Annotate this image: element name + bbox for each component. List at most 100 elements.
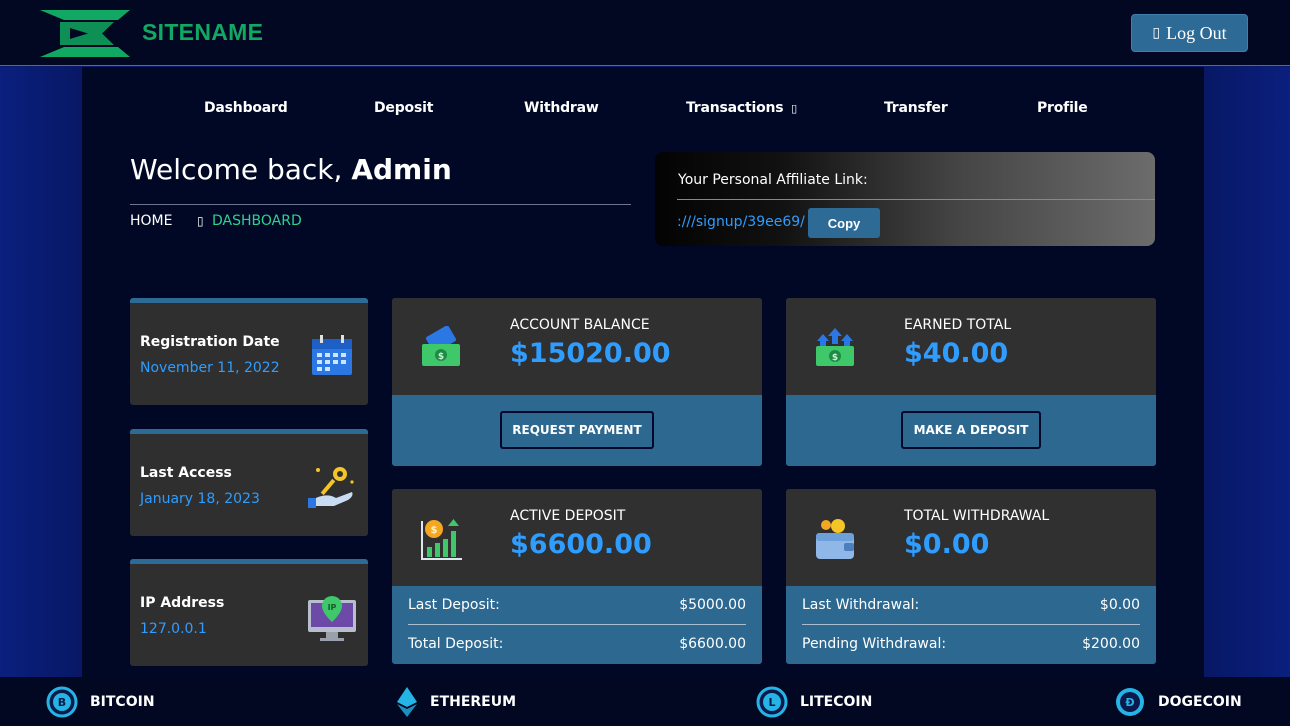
stat-value: $15020.00 <box>510 338 671 369</box>
account-balance-card: $ ACCOUNT BALANCE $15020.00 REQUEST PAYM… <box>392 298 762 466</box>
cash-growth-icon: $ <box>816 328 854 366</box>
detail-value: $200.00 <box>1082 636 1140 652</box>
svg-text:$: $ <box>431 525 438 536</box>
ip-address-card: IP Address 127.0.0.1 IP <box>130 559 368 666</box>
nav-deposit[interactable]: Deposit <box>374 100 433 116</box>
coin-dogecoin[interactable]: Đ DOGECOIN <box>1114 686 1242 718</box>
nav-transactions[interactable]: Transactions ▯ <box>686 100 797 116</box>
ip-monitor-icon: IP <box>308 596 356 641</box>
welcome-user: Admin <box>351 153 452 186</box>
stat-label: TOTAL WITHDRAWAL <box>904 508 1050 524</box>
account-balance-actions: REQUEST PAYMENT <box>392 395 762 466</box>
welcome-heading: Welcome back, Admin <box>130 153 452 186</box>
ethereum-icon <box>397 687 417 717</box>
info-value: January 18, 2023 <box>140 491 260 507</box>
breadcrumb-home[interactable]: HOME <box>130 213 172 229</box>
request-payment-button[interactable]: REQUEST PAYMENT <box>500 411 654 449</box>
key-hand-icon <box>308 467 354 508</box>
top-bar: SITENAME ▯ Log Out <box>0 0 1290 66</box>
info-label: IP Address <box>140 595 225 611</box>
site-name[interactable]: SITENAME <box>142 19 263 46</box>
logout-button[interactable]: ▯ Log Out <box>1131 14 1248 52</box>
earned-total-card: $ EARNED TOTAL $40.00 MAKE A DEPOSIT <box>786 298 1156 466</box>
main-content: Dashboard Deposit Withdraw Transactions … <box>82 67 1204 677</box>
stat-value: $0.00 <box>904 529 990 560</box>
breadcrumb: HOME ▯ DASHBOARD <box>130 213 302 229</box>
stat-value: $40.00 <box>904 338 1009 369</box>
nav-profile[interactable]: Profile <box>1037 100 1088 116</box>
chart-coin-icon: $ <box>421 519 462 560</box>
coin-label: ETHEREUM <box>430 694 517 710</box>
info-label: Last Access <box>140 465 232 481</box>
info-label: Registration Date <box>140 334 280 350</box>
nav-dashboard[interactable]: Dashboard <box>204 100 288 116</box>
affiliate-link[interactable]: :///signup/39ee69/ <box>677 214 805 230</box>
svg-text:L: L <box>768 696 775 709</box>
breadcrumb-current: DASHBOARD <box>212 213 302 229</box>
affiliate-link-panel: Your Personal Affiliate Link: :///signup… <box>655 152 1155 246</box>
bitcoin-icon: B <box>46 686 78 718</box>
wallet-cash-icon: $ <box>422 326 460 366</box>
info-value: November 11, 2022 <box>140 360 280 376</box>
site-logo[interactable] <box>40 10 132 57</box>
info-value: 127.0.0.1 <box>140 621 207 637</box>
detail-row: Last Withdrawal: $0.00 <box>802 597 1140 613</box>
left-background-panel <box>0 67 82 677</box>
detail-key: Pending Withdrawal: <box>802 636 947 652</box>
right-background-panel <box>1204 67 1290 677</box>
detail-divider <box>408 624 746 625</box>
coin-label: DOGECOIN <box>1158 694 1242 710</box>
coin-label: LITECOIN <box>800 694 873 710</box>
affiliate-divider <box>677 199 1155 200</box>
logout-label: Log Out <box>1166 22 1227 43</box>
detail-value: $5000.00 <box>679 597 746 613</box>
active-deposit-details: Last Deposit: $5000.00 Total Deposit: $6… <box>392 586 762 664</box>
detail-row: Last Deposit: $5000.00 <box>408 597 746 613</box>
litecoin-icon: L <box>756 686 788 718</box>
wallet-coins-icon <box>816 519 854 559</box>
coin-label: BITCOIN <box>90 694 155 710</box>
welcome-greeting: Welcome back, <box>130 153 343 186</box>
registration-date-card: Registration Date November 11, 2022 <box>130 298 368 405</box>
breadcrumb-separator-icon: ▯ <box>196 214 204 228</box>
nav-transactions-label: Transactions <box>686 100 784 116</box>
main-nav: Dashboard Deposit Withdraw Transactions … <box>82 67 1204 137</box>
total-withdrawal-details: Last Withdrawal: $0.00 Pending Withdrawa… <box>786 586 1156 664</box>
stat-value: $6600.00 <box>510 529 652 560</box>
coin-ticker: B BITCOIN ETHEREUM L LITECOIN Đ DOGECOIN <box>0 677 1290 726</box>
coin-ethereum[interactable]: ETHEREUM <box>396 686 516 718</box>
detail-value: $0.00 <box>1099 597 1140 613</box>
coin-litecoin[interactable]: L LITECOIN <box>756 686 872 718</box>
calendar-icon <box>312 335 352 375</box>
active-deposit-card: $ ACTIVE DEPOSIT $6600.00 Last Deposit: … <box>392 489 762 664</box>
make-deposit-button[interactable]: MAKE A DEPOSIT <box>901 411 1041 449</box>
stat-label: ACTIVE DEPOSIT <box>510 508 626 524</box>
stat-label: EARNED TOTAL <box>904 317 1012 333</box>
svg-text:$: $ <box>832 353 838 363</box>
svg-text:B: B <box>58 696 66 709</box>
earned-total-top: $ EARNED TOTAL $40.00 <box>786 298 1156 395</box>
dogecoin-icon: Đ <box>1116 688 1144 716</box>
chevron-down-icon: ▯ <box>791 102 797 115</box>
stat-label: ACCOUNT BALANCE <box>510 317 650 333</box>
nav-withdraw[interactable]: Withdraw <box>524 100 599 116</box>
detail-value: $6600.00 <box>679 636 746 652</box>
total-withdrawal-card: TOTAL WITHDRAWAL $0.00 Last Withdrawal: … <box>786 489 1156 664</box>
affiliate-title: Your Personal Affiliate Link: <box>678 172 868 188</box>
svg-text:Đ: Đ <box>1125 696 1134 709</box>
welcome-divider <box>130 204 631 205</box>
account-balance-top: $ ACCOUNT BALANCE $15020.00 <box>392 298 762 395</box>
sign-out-icon: ▯ <box>1152 25 1161 41</box>
coin-bitcoin[interactable]: B BITCOIN <box>46 686 155 718</box>
last-access-card: Last Access January 18, 2023 <box>130 429 368 536</box>
svg-text:$: $ <box>438 352 444 362</box>
detail-key: Last Withdrawal: <box>802 597 920 613</box>
earned-total-actions: MAKE A DEPOSIT <box>786 395 1156 466</box>
detail-key: Last Deposit: <box>408 597 500 613</box>
total-withdrawal-top: TOTAL WITHDRAWAL $0.00 <box>786 489 1156 586</box>
active-deposit-top: $ ACTIVE DEPOSIT $6600.00 <box>392 489 762 586</box>
detail-divider <box>802 624 1140 625</box>
nav-transfer[interactable]: Transfer <box>884 100 948 116</box>
detail-row: Total Deposit: $6600.00 <box>408 636 746 652</box>
copy-button[interactable]: Copy <box>808 208 880 238</box>
